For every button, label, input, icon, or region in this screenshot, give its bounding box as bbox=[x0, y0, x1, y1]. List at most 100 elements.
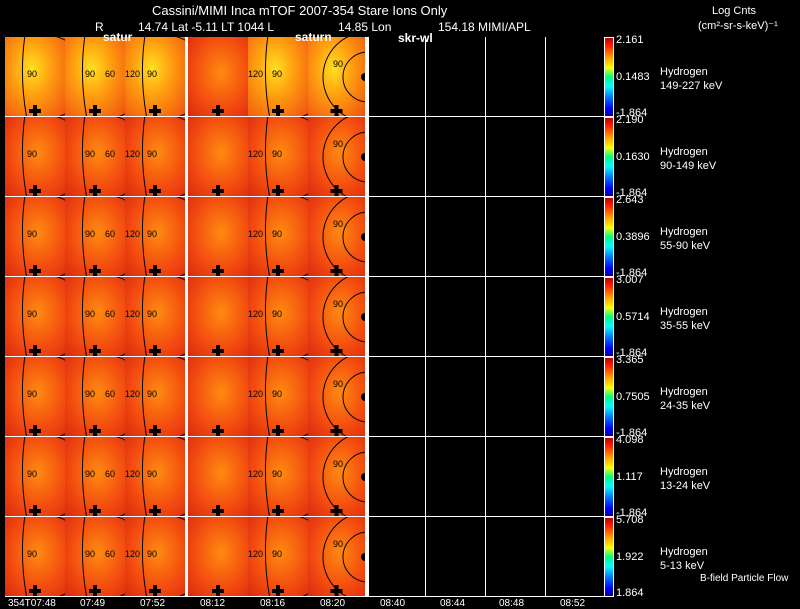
image-panel: 90 bbox=[5, 37, 65, 116]
contour-label: 90 bbox=[85, 229, 96, 239]
colorbar bbox=[604, 197, 614, 277]
contour-label: 90 bbox=[147, 229, 158, 239]
energy-row: 90 90 60 120 90 120 90 90 bbox=[5, 197, 605, 276]
row-label: Hydrogen 149-227 keV bbox=[660, 65, 722, 93]
colorbar-mid-value: 1.117 bbox=[616, 471, 643, 483]
contour-label: 90 bbox=[272, 309, 283, 319]
contour-lines bbox=[322, 357, 365, 436]
overlay-label-saturn: saturn bbox=[295, 30, 332, 44]
contour-label: 90 bbox=[27, 229, 38, 239]
energy-label: 24-35 keV bbox=[660, 400, 711, 412]
empty-panel bbox=[545, 277, 605, 356]
energy-row: 90 90 60 120 90 120 90 90 bbox=[5, 117, 605, 196]
units-line1: Log Cnts bbox=[712, 5, 757, 17]
colorbar-min-value: 1.864 bbox=[616, 587, 644, 599]
contour-label: 120 bbox=[125, 389, 141, 399]
colorbar bbox=[604, 437, 614, 517]
image-panel: 120 90 bbox=[125, 277, 185, 356]
row-label: Hydrogen 90-149 keV bbox=[660, 145, 716, 173]
image-panel: 90 bbox=[308, 517, 365, 596]
colorbar-max-value: 4.098 bbox=[616, 434, 644, 446]
image-panel: 120 90 bbox=[248, 197, 308, 276]
empty-panel bbox=[545, 117, 605, 196]
contour-lines bbox=[322, 277, 365, 356]
section-divider bbox=[185, 37, 188, 597]
species-label: Hydrogen bbox=[660, 226, 708, 238]
contour-label: 90 bbox=[147, 389, 158, 399]
empty-panel bbox=[368, 517, 426, 596]
contour-label: 90 bbox=[272, 229, 283, 239]
colorbar bbox=[604, 117, 614, 197]
image-panel bbox=[188, 437, 248, 516]
colorbar-max-value: 2.161 bbox=[616, 34, 644, 46]
contour-label: 90 bbox=[147, 469, 158, 479]
empty-panel bbox=[545, 37, 605, 116]
image-panel: 120 90 bbox=[125, 197, 185, 276]
image-panel: 120 90 bbox=[125, 517, 185, 596]
x-tick-label: 08:16 bbox=[260, 598, 286, 609]
image-panel bbox=[188, 277, 248, 356]
contour-label: 60 bbox=[105, 149, 116, 159]
contour-label: 90 bbox=[333, 59, 344, 69]
x-tick-label: 07:52 bbox=[140, 598, 166, 609]
contour-label: 90 bbox=[85, 149, 96, 159]
image-panel: 90 bbox=[5, 357, 65, 436]
energy-row: 90 90 60 120 90 120 90 90 bbox=[5, 37, 605, 116]
contour-label: 120 bbox=[248, 389, 264, 399]
species-label: Hydrogen bbox=[660, 66, 708, 78]
colorbar-mid-value: 0.3896 bbox=[616, 231, 650, 243]
empty-panel bbox=[425, 357, 486, 436]
image-panel: 120 90 bbox=[248, 437, 308, 516]
empty-panel bbox=[368, 117, 426, 196]
units-line2: (cm²-sr-s-keV)⁻¹ bbox=[698, 20, 778, 32]
image-panel: 90 60 bbox=[65, 117, 125, 196]
contour-label: 90 bbox=[333, 539, 344, 549]
species-label: Hydrogen bbox=[660, 146, 708, 158]
species-label: Hydrogen bbox=[660, 466, 708, 478]
image-panel: 90 60 bbox=[65, 277, 125, 356]
colorbar-mid-value: 0.1630 bbox=[616, 151, 650, 163]
empty-panel bbox=[425, 117, 486, 196]
energy-label: 90-149 keV bbox=[660, 160, 717, 172]
colorbar-max-value: 3.007 bbox=[616, 274, 644, 286]
contour-label: 60 bbox=[105, 309, 116, 319]
colorbar-max-value: 3.365 bbox=[616, 354, 644, 366]
contour-label: 90 bbox=[147, 549, 158, 559]
image-panel bbox=[188, 197, 248, 276]
x-tick-label: 08:44 bbox=[440, 598, 466, 609]
image-panel bbox=[188, 357, 248, 436]
contour-lines bbox=[322, 117, 365, 196]
contour-label: 90 bbox=[333, 219, 344, 229]
contour-label: 90 bbox=[85, 549, 96, 559]
image-panel: 120 90 bbox=[125, 437, 185, 516]
energy-label: 5-13 keV bbox=[660, 560, 705, 572]
contour-label: 90 bbox=[147, 309, 158, 319]
image-panel: 90 60 bbox=[65, 37, 125, 116]
image-panel: 120 90 bbox=[248, 37, 308, 116]
empty-panel bbox=[368, 437, 426, 516]
contour-lines bbox=[212, 265, 224, 276]
contour-label: 120 bbox=[248, 149, 264, 159]
contour-label: 60 bbox=[105, 229, 116, 239]
contour-label: 120 bbox=[125, 149, 141, 159]
empty-panel bbox=[425, 277, 486, 356]
contour-lines bbox=[212, 425, 224, 436]
image-panel: 90 60 bbox=[65, 197, 125, 276]
overlay-label-skr: skr-wl bbox=[398, 31, 433, 45]
overlay-label-satur: satur bbox=[103, 30, 133, 44]
empty-panel bbox=[545, 437, 605, 516]
empty-panel bbox=[485, 197, 546, 276]
colorbar-max-value: 2.190 bbox=[616, 114, 644, 126]
contour-label: 90 bbox=[27, 549, 38, 559]
empty-panel bbox=[368, 277, 426, 356]
energy-row: 90 90 60 120 90 120 90 90 bbox=[5, 357, 605, 436]
contour-label: 120 bbox=[125, 229, 141, 239]
empty-panel bbox=[485, 357, 546, 436]
section-divider bbox=[365, 37, 368, 597]
contour-lines bbox=[212, 345, 224, 356]
lat-lt-label: 14.74 Lat -5.11 LT 1044 L bbox=[138, 20, 275, 34]
image-panel bbox=[188, 517, 248, 596]
contour-label: 90 bbox=[27, 69, 38, 79]
colorbar bbox=[604, 277, 614, 357]
contour-label: 90 bbox=[85, 389, 96, 399]
